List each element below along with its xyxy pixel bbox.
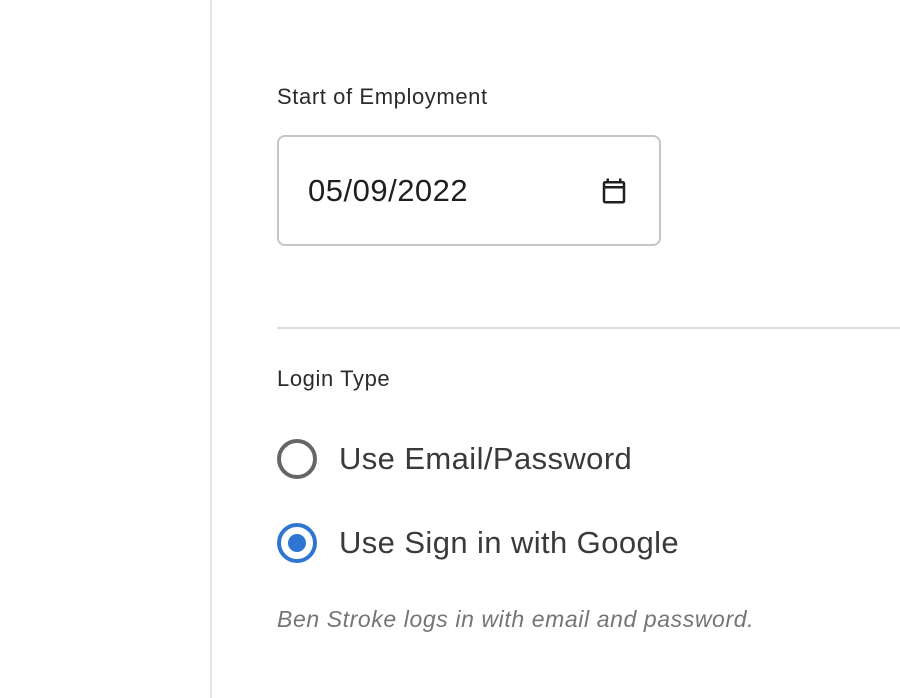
radio-option-google-sign-in[interactable]: Use Sign in with Google: [277, 521, 679, 565]
radio-selected-dot: [288, 534, 306, 552]
calendar-icon[interactable]: [599, 176, 629, 206]
radio-option-email-password[interactable]: Use Email/Password: [277, 437, 632, 481]
login-type-label: Login Type: [277, 366, 391, 391]
start-date-value: 05/09/2022: [308, 173, 469, 208]
login-helper-text: Ben Stroke logs in with email and passwo…: [277, 606, 755, 632]
start-of-employment-label: Start of Employment: [277, 84, 488, 109]
page: Start of Employment 05/09/2022 Login Typ…: [0, 0, 900, 698]
start-date-input[interactable]: 05/09/2022: [277, 135, 661, 246]
radio-button-unchecked[interactable]: [277, 439, 317, 479]
section-divider: [277, 327, 900, 329]
radio-label-email-password: Use Email/Password: [339, 441, 633, 476]
left-sidebar: [0, 0, 212, 698]
form-content: Start of Employment 05/09/2022 Login Typ…: [277, 0, 900, 698]
radio-label-google-sign-in: Use Sign in with Google: [339, 525, 680, 560]
radio-button-checked[interactable]: [277, 523, 317, 563]
